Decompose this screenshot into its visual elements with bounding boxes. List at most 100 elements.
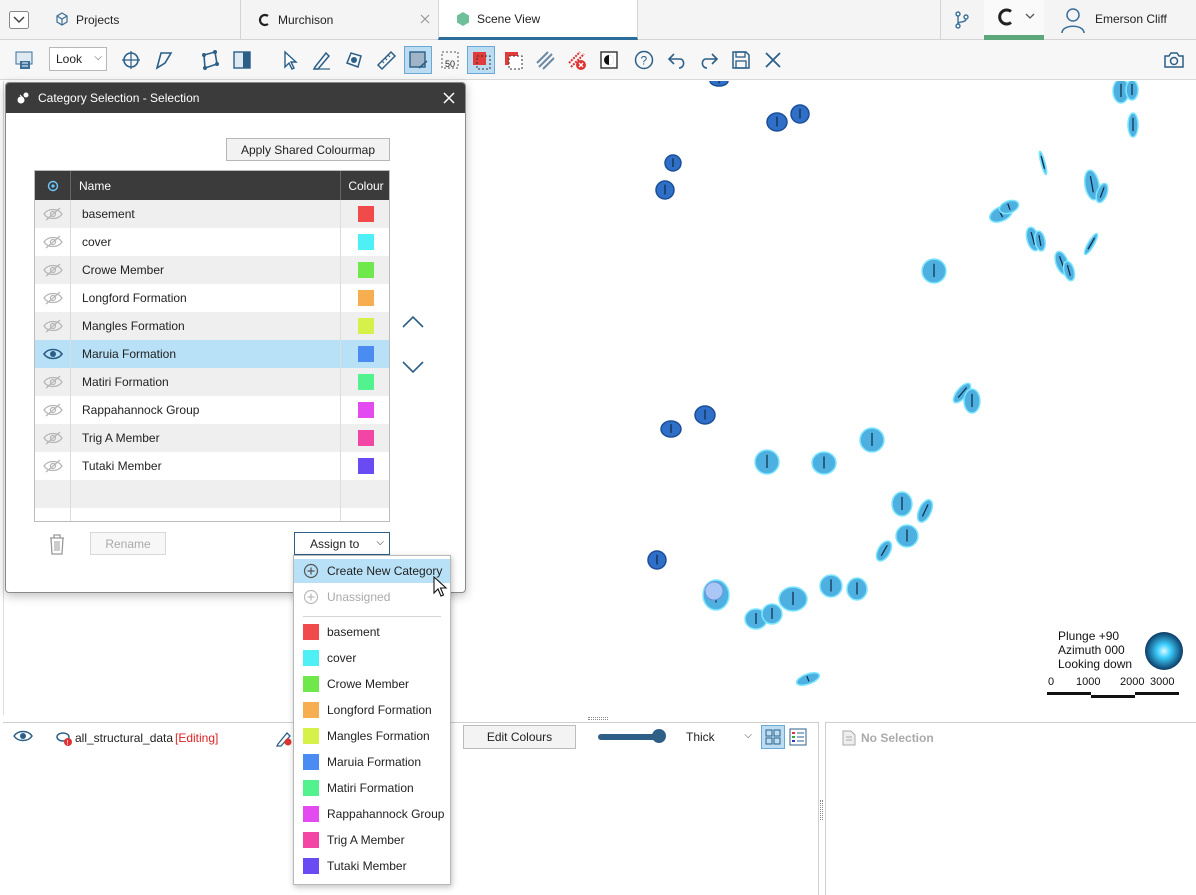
redo-button[interactable]	[695, 46, 723, 74]
user-name[interactable]: Emerson Cliff	[1095, 12, 1167, 26]
close-icon[interactable]	[441, 90, 457, 106]
hidden-eye-icon[interactable]	[35, 396, 71, 424]
splitter-handle[interactable]	[588, 717, 608, 720]
table-row[interactable]: Mangles Formation	[35, 312, 389, 340]
hidden-eye-icon[interactable]	[35, 368, 71, 396]
menu-item-category[interactable]: Trig A Member	[294, 828, 450, 852]
menu-item-category[interactable]: Tutaki Member	[294, 854, 450, 878]
colour-cell[interactable]	[340, 340, 389, 368]
dialog-title-bar[interactable]: Category Selection - Selection	[6, 83, 465, 113]
colour-cell[interactable]	[340, 312, 389, 340]
branch-icon[interactable]	[953, 10, 971, 33]
edit-vertices-button[interactable]	[340, 46, 368, 74]
rotate-button[interactable]	[117, 46, 145, 74]
colour-swatch[interactable]	[358, 458, 374, 474]
table-row[interactable]: Crowe Member	[35, 256, 389, 284]
edit-colours-button[interactable]: Edit Colours	[463, 725, 576, 749]
close-tool-button[interactable]	[759, 46, 787, 74]
colour-swatch[interactable]	[358, 346, 374, 362]
move-down-button[interactable]	[400, 356, 426, 378]
colour-cell[interactable]	[340, 256, 389, 284]
assign-to-button[interactable]: Assign to ⌵	[294, 532, 390, 555]
menu-item-unassigned[interactable]: Unassigned	[294, 585, 450, 609]
thickness-select[interactable]: Thick ⌵	[686, 727, 756, 747]
slicer-button[interactable]	[228, 46, 256, 74]
tab-murchison[interactable]: Murchison	[256, 0, 333, 40]
close-tab-icon[interactable]	[419, 13, 431, 28]
opacity-slider[interactable]	[598, 734, 658, 740]
select-button[interactable]	[276, 46, 304, 74]
menu-item-create-new-category[interactable]: Create New Category	[294, 559, 450, 583]
colour-swatch[interactable]	[358, 234, 374, 250]
menu-item-category[interactable]: Mangles Formation	[294, 724, 450, 748]
menu-item-category[interactable]: basement	[294, 620, 450, 644]
visibility-eye-icon[interactable]	[13, 729, 33, 746]
colour-swatch[interactable]	[358, 290, 374, 306]
menu-item-category[interactable]: Crowe Member	[294, 672, 450, 696]
main-menu-button[interactable]	[8, 0, 30, 40]
hidden-eye-icon[interactable]	[35, 284, 71, 312]
hidden-eye-icon[interactable]	[35, 228, 71, 256]
look-select[interactable]: Look ⌵	[49, 47, 107, 71]
select-inside-button[interactable]	[467, 46, 495, 74]
colour-swatch[interactable]	[358, 262, 374, 278]
table-row[interactable]: Trig A Member	[35, 424, 389, 452]
menu-item-category[interactable]: Maruia Formation	[294, 750, 450, 774]
menu-item-category[interactable]: Rappahannock Group	[294, 802, 450, 826]
menu-item-category[interactable]: cover	[294, 646, 450, 670]
colour-cell[interactable]	[340, 200, 389, 228]
colour-cell[interactable]	[340, 424, 389, 452]
hidden-eye-icon[interactable]	[35, 452, 71, 480]
compass-globe-icon[interactable]	[1144, 631, 1184, 674]
select-through-button[interactable]	[531, 46, 559, 74]
table-row[interactable]: Longford Formation	[35, 284, 389, 312]
colour-cell[interactable]	[340, 452, 389, 480]
select-outside-button[interactable]	[499, 46, 527, 74]
hidden-eye-icon[interactable]	[35, 424, 71, 452]
undo-button[interactable]	[663, 46, 691, 74]
rename-button[interactable]: Rename	[90, 532, 166, 555]
delete-category-button[interactable]	[46, 532, 68, 556]
tab-scene-view[interactable]: Scene View	[438, 0, 638, 40]
clear-scene-button[interactable]	[10, 46, 38, 74]
table-row[interactable]: Maruia Formation	[35, 340, 389, 368]
save-button[interactable]	[727, 46, 755, 74]
table-row[interactable]: cover	[35, 228, 389, 256]
colour-swatch[interactable]	[358, 318, 374, 334]
ruler-button[interactable]	[372, 46, 400, 74]
app-logo-menu[interactable]	[984, 0, 1044, 40]
screenshot-button[interactable]	[1160, 46, 1188, 74]
colour-cell[interactable]	[340, 284, 389, 312]
visibility-column-header[interactable]	[35, 171, 71, 200]
draw-polyline-button[interactable]	[150, 46, 178, 74]
colour-cell[interactable]	[340, 396, 389, 424]
edit-pencil-icon[interactable]	[275, 729, 293, 750]
colour-cell[interactable]	[340, 368, 389, 396]
panel-splitter[interactable]	[820, 800, 823, 820]
hidden-eye-icon[interactable]	[35, 200, 71, 228]
hidden-eye-icon[interactable]	[35, 312, 71, 340]
move-up-button[interactable]	[400, 312, 426, 334]
deselect-button[interactable]	[563, 46, 591, 74]
opacity-slider-handle[interactable]	[652, 729, 666, 743]
grid-view-button[interactable]	[761, 725, 785, 749]
table-row[interactable]: Tutaki Member	[35, 452, 389, 480]
visibility-eye-icon[interactable]	[35, 340, 71, 368]
table-row[interactable]: basement	[35, 200, 389, 228]
selection-tool-button[interactable]	[404, 46, 432, 74]
invert-selection-button[interactable]	[595, 46, 623, 74]
hidden-eye-icon[interactable]	[35, 256, 71, 284]
table-row[interactable]: Rappahannock Group	[35, 396, 389, 424]
colour-swatch[interactable]	[358, 430, 374, 446]
apply-shared-colourmap-button[interactable]: Apply Shared Colourmap	[226, 138, 390, 161]
draw-polygon-button[interactable]	[196, 46, 224, 74]
colour-swatch[interactable]	[358, 402, 374, 418]
colour-swatch[interactable]	[358, 206, 374, 222]
menu-item-category[interactable]: Matiri Formation	[294, 776, 450, 800]
tab-projects[interactable]: Projects	[54, 0, 119, 40]
help-button[interactable]: ?	[630, 46, 658, 74]
colour-swatch[interactable]	[358, 374, 374, 390]
table-row[interactable]: Matiri Formation	[35, 368, 389, 396]
user-icon[interactable]	[1060, 6, 1086, 37]
draw-line-button[interactable]	[308, 46, 336, 74]
